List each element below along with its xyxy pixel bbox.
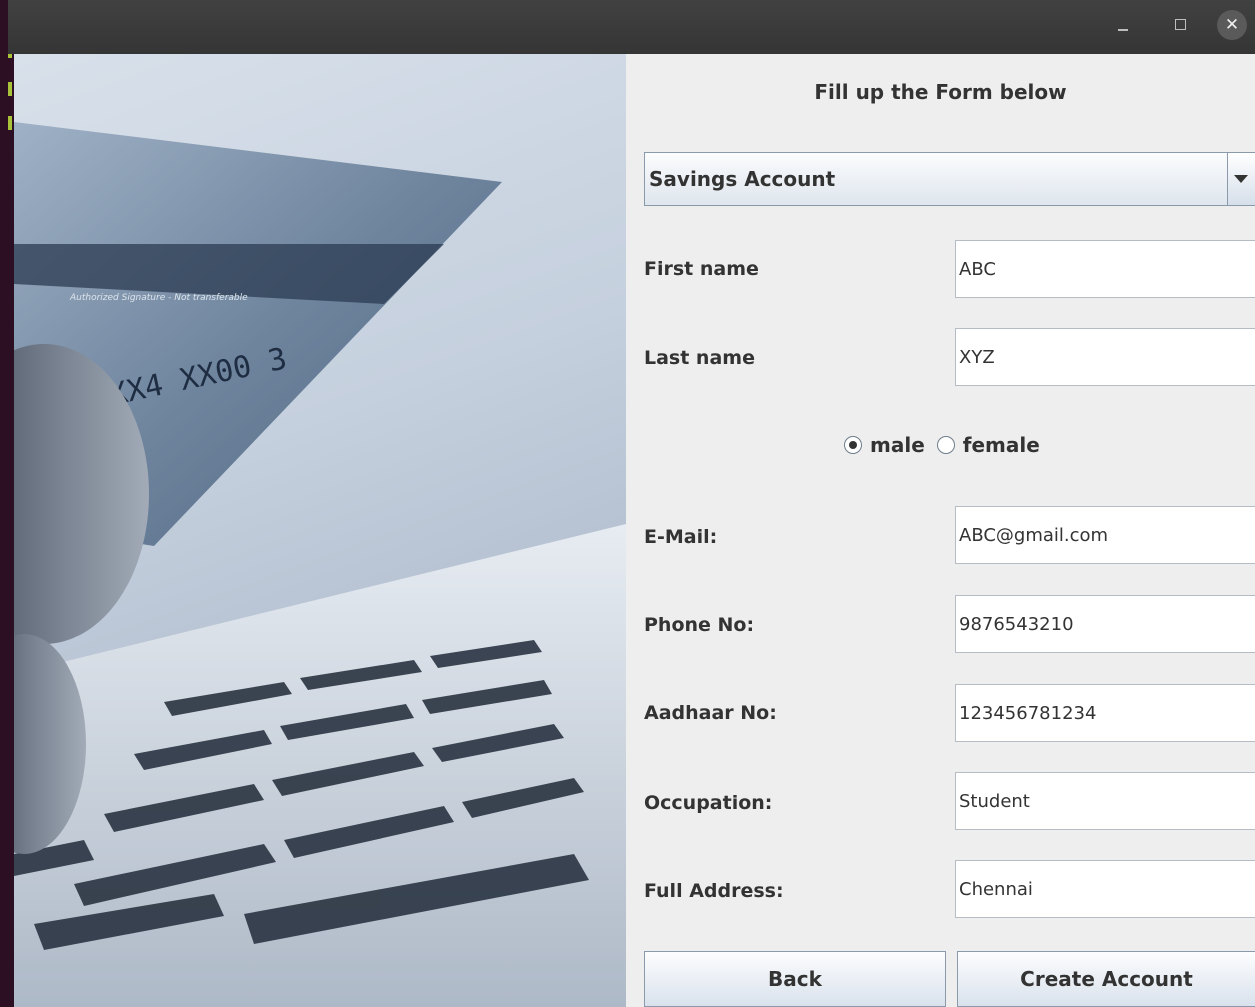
gender-female-radio[interactable]: female bbox=[936, 433, 1040, 457]
last-name-field[interactable]: XYZ bbox=[955, 328, 1255, 386]
first-name-label: First name bbox=[644, 258, 759, 280]
gender-radio-group: male female bbox=[844, 430, 1052, 460]
account-type-selected: Savings Account bbox=[649, 167, 836, 191]
chevron-down-icon[interactable] bbox=[1227, 153, 1255, 205]
close-icon[interactable]: ✕ bbox=[1217, 10, 1247, 40]
gender-male-radio[interactable]: male bbox=[844, 433, 925, 457]
terminal-mark bbox=[8, 116, 12, 130]
form-title: Fill up the Form below bbox=[814, 80, 1067, 104]
phone-field[interactable]: 9876543210 bbox=[955, 595, 1255, 653]
address-label: Full Address: bbox=[644, 880, 784, 902]
terminal-strip bbox=[0, 0, 14, 1007]
occupation-label: Occupation: bbox=[644, 792, 773, 814]
account-type-dropdown[interactable]: Savings Account bbox=[644, 152, 1255, 206]
card-signature-text: Authorized Signature - Not transferable bbox=[69, 293, 248, 303]
back-button[interactable]: Back bbox=[644, 951, 946, 1007]
terminal-mark bbox=[8, 82, 12, 96]
account-form-panel: Fill up the Form below Savings Account F… bbox=[626, 54, 1255, 1007]
aadhaar-field[interactable]: 123456781234 bbox=[955, 684, 1255, 742]
radio-unchecked-icon[interactable] bbox=[936, 436, 955, 454]
last-name-label: Last name bbox=[644, 347, 755, 369]
address-field[interactable]: Chennai bbox=[955, 860, 1255, 918]
email-label: E-Mail: bbox=[644, 526, 718, 548]
minimize-icon[interactable] bbox=[1108, 10, 1138, 40]
phone-label: Phone No: bbox=[644, 614, 755, 636]
radio-checked-icon[interactable] bbox=[844, 436, 862, 454]
gender-female-label: female bbox=[962, 433, 1040, 457]
credit-card-laptop-image: Authorized Signature - Not transferable … bbox=[14, 54, 626, 1007]
maximize-icon[interactable] bbox=[1165, 10, 1195, 40]
hero-illustration: Authorized Signature - Not transferable … bbox=[14, 122, 626, 1007]
occupation-field[interactable]: Student bbox=[955, 772, 1255, 830]
window-titlebar[interactable]: ✕ bbox=[8, 0, 1255, 54]
gender-male-label: male bbox=[870, 433, 925, 457]
create-account-button[interactable]: Create Account bbox=[957, 951, 1255, 1007]
first-name-field[interactable]: ABC bbox=[955, 240, 1255, 298]
aadhaar-label: Aadhaar No: bbox=[644, 702, 777, 724]
email-field[interactable]: ABC@gmail.com bbox=[955, 506, 1255, 564]
